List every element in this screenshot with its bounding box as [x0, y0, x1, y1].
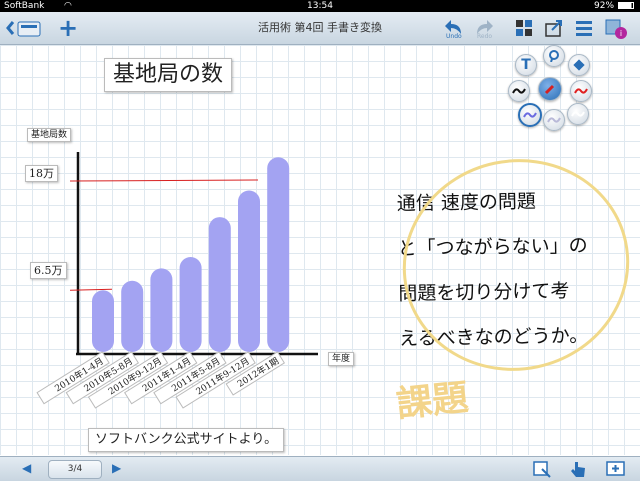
eraser-icon	[573, 59, 585, 71]
pen-tool-button[interactable]	[538, 77, 562, 101]
crop-image-button[interactable]	[532, 459, 552, 483]
chart-bar	[238, 190, 260, 352]
chart-bar	[179, 257, 202, 352]
chevron-right-icon: ▶	[112, 461, 122, 475]
x-axis-label: 年度	[328, 352, 355, 366]
highlight-word: 課題	[394, 377, 471, 426]
gray-pen-icon	[547, 117, 561, 123]
lasso-tool-button[interactable]	[543, 45, 565, 67]
text-tool-icon: T	[521, 57, 531, 73]
reference-line	[69, 179, 259, 182]
highlight-circle	[402, 159, 630, 371]
chart-bar	[267, 157, 290, 352]
pointer-hand-icon	[571, 462, 585, 477]
previous-page-button[interactable]: ◀	[22, 461, 31, 475]
pen-red-button[interactable]	[570, 80, 592, 102]
pen-blue-button[interactable]	[518, 103, 542, 127]
text-tool-button[interactable]: T	[515, 54, 537, 76]
y-axis-label: 基地局数	[27, 128, 72, 142]
chart-bar	[150, 268, 173, 352]
white-pen-icon	[571, 111, 585, 117]
lasso-icon	[549, 50, 559, 62]
chart-bar	[208, 217, 231, 352]
chevron-left-icon: ◀	[22, 461, 32, 475]
add-image-icon	[606, 461, 625, 476]
hand-tool-button[interactable]	[568, 459, 588, 483]
image-crop-icon	[533, 461, 551, 478]
pen-black-button[interactable]	[508, 80, 530, 102]
next-page-button[interactable]: ▶	[112, 461, 121, 475]
add-item-button[interactable]	[606, 459, 628, 483]
eraser-tool-button[interactable]	[568, 54, 590, 76]
chart-bar	[121, 280, 144, 352]
page-indicator[interactable]: 3/4	[48, 460, 102, 479]
red-pen-icon	[574, 88, 588, 94]
source-caption: ソフトバンク公式サイトより。	[88, 428, 285, 452]
page-navigation-bar: ◀ 3/4 ▶	[0, 456, 640, 481]
black-pen-icon	[512, 88, 526, 94]
pen-white-button[interactable]	[567, 103, 589, 125]
blue-pen-icon	[523, 112, 537, 118]
chart-bar	[92, 290, 114, 352]
ref-label-6-5man: 6.5万	[30, 262, 67, 279]
pen-icon	[544, 84, 555, 95]
reference-line	[69, 288, 113, 291]
ref-label-18man: 18万	[25, 165, 58, 182]
pen-gray-button[interactable]	[543, 109, 565, 131]
pen-palette: T	[508, 45, 592, 131]
